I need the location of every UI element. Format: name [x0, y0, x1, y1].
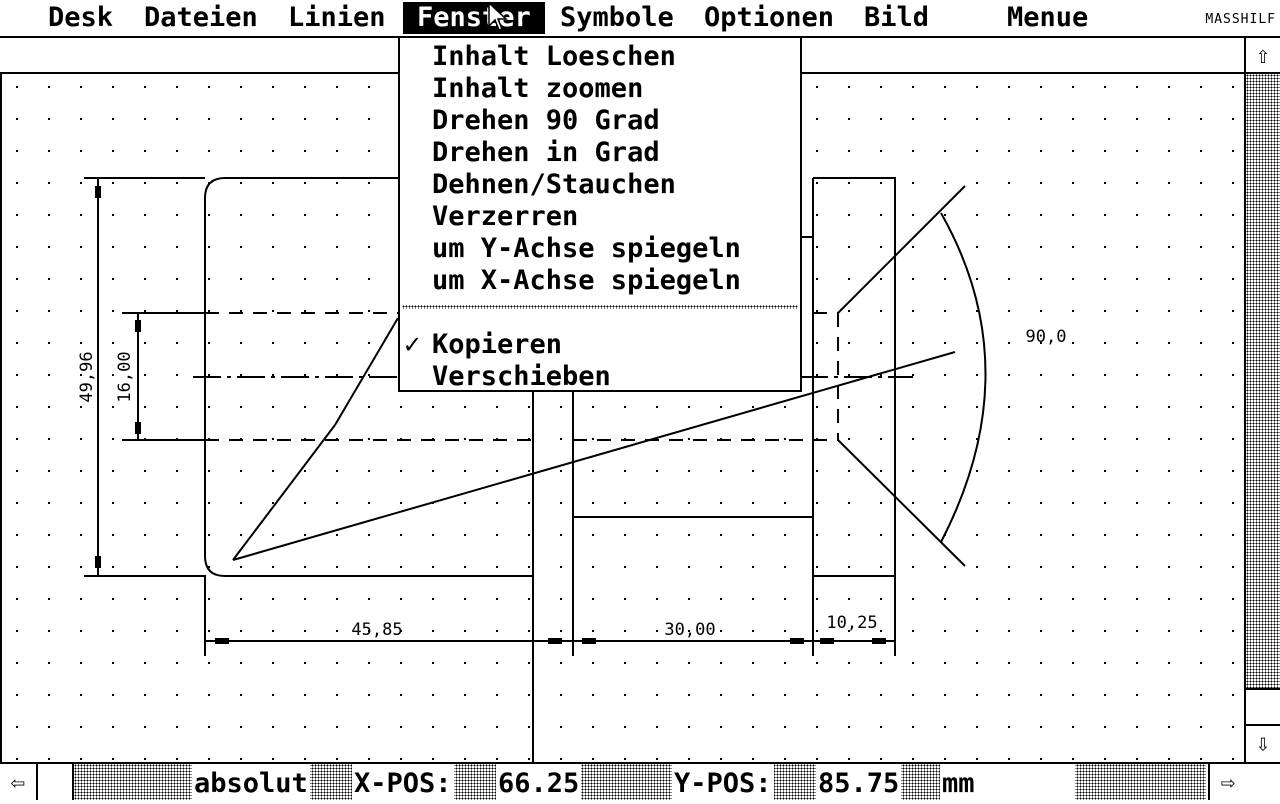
x-pos-value: 66.25 — [496, 764, 582, 800]
menu-item-verzerren[interactable]: Verzerren — [432, 200, 578, 232]
menu-item-inhalt-loeschen[interactable]: Inhalt Loeschen — [432, 40, 676, 72]
menu-item-inhalt-zoomen[interactable]: Inhalt zoomen — [432, 72, 643, 104]
fenster-dropdown-menu: Inhalt Loeschen Inhalt zoomen Drehen 90 … — [398, 38, 802, 392]
dim-width-mid: 30,00 — [664, 620, 715, 640]
scroll-left-icon[interactable]: ⇦ — [0, 764, 38, 800]
menu-item-y-achse-spiegeln[interactable]: um Y-Achse spiegeln — [432, 232, 741, 264]
menu-linien[interactable]: Linien — [274, 2, 400, 34]
menu-item-drehen-90-grad[interactable]: Drehen 90 Grad — [432, 104, 660, 136]
horizontal-scrollbar[interactable]: ⇦ ⇨ absolut X-POS: 66.25 Y-POS: 85.75 mm — [0, 762, 1280, 800]
coordinate-mode: absolut — [192, 764, 310, 800]
dim-width-left: 45,85 — [351, 620, 402, 640]
menu-fenster[interactable]: Fenster — [403, 2, 545, 34]
menu-bild[interactable]: Bild — [850, 2, 943, 34]
checkmark-icon: ✓ — [404, 329, 421, 360]
x-pos-label: X-POS: — [352, 764, 454, 800]
menu-item-x-achse-spiegeln[interactable]: um X-Achse spiegeln — [432, 264, 741, 296]
menu-menue[interactable]: Menue — [993, 2, 1102, 34]
horizontal-scroll-thumb[interactable] — [38, 764, 74, 800]
unit-label: mm — [940, 764, 1075, 800]
scroll-down-icon[interactable]: ⇩ — [1246, 724, 1280, 760]
menu-item-drehen-in-grad[interactable]: Drehen in Grad — [432, 136, 660, 168]
menu-desk[interactable]: Desk — [34, 2, 127, 34]
scroll-up-icon[interactable]: ⇧ — [1246, 38, 1280, 74]
y-pos-label: Y-POS: — [672, 764, 774, 800]
menu-dateien[interactable]: Dateien — [130, 2, 272, 34]
y-pos-value: 85.75 — [816, 764, 902, 800]
dim-angle: 90,0 — [1026, 327, 1067, 347]
vertical-scrollbar[interactable]: ⇧ ⇩ — [1244, 38, 1280, 762]
menu-item-verschieben[interactable]: Verschieben — [432, 360, 611, 392]
dim-inner-height: 16,00 — [115, 351, 135, 402]
dim-width-right: 10,25 — [826, 613, 877, 633]
menu-item-dehnen-stauchen[interactable]: Dehnen/Stauchen — [432, 168, 676, 200]
vertical-scroll-track[interactable] — [1246, 74, 1280, 688]
menu-bar: Desk Dateien Linien Fenster Symbole Opti… — [0, 0, 1280, 38]
vertical-scroll-thumb[interactable] — [1246, 688, 1280, 724]
menu-item-kopieren[interactable]: Kopieren — [432, 328, 562, 360]
menu-optionen[interactable]: Optionen — [690, 2, 848, 34]
scroll-right-icon[interactable]: ⇨ — [1208, 764, 1246, 800]
app-name: MASSHILF — [1205, 12, 1276, 27]
menu-separator — [402, 305, 798, 309]
menu-symbole[interactable]: Symbole — [546, 2, 688, 34]
dim-total-height: 49,96 — [77, 351, 97, 402]
mouse-pointer-icon — [488, 2, 508, 31]
